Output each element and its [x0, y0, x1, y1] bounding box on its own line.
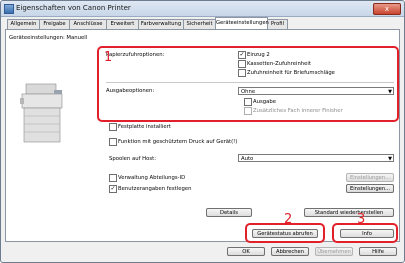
annotation-number-3: 3 [357, 212, 366, 227]
spool-label: Spoolen auf Host: [109, 156, 156, 162]
tab-sicherheit[interactable]: Sicherheit [183, 19, 216, 29]
user-settings-button[interactable]: Einstellungen... [346, 184, 394, 193]
settings-mode-label: Geräteeinstellungen: Manuell [9, 35, 88, 41]
tab-geraeteeinstellungen[interactable]: Geräteeinstellungen [215, 17, 269, 29]
annotation-number-2: 2 [284, 212, 293, 227]
dept-settings-button[interactable]: Einstellungen... [346, 173, 394, 182]
tab-freigabe[interactable]: Freigabe [39, 19, 70, 29]
tab-allgemein[interactable]: Allgemein [7, 19, 40, 29]
annotation-box-1 [97, 46, 399, 122]
checkbox-benutzerangaben[interactable]: ✓ [109, 185, 117, 193]
checkbox-geschuetzter-druck[interactable] [109, 138, 117, 146]
properties-window: Eigenschaften von Canon Printer x Allgem… [0, 0, 405, 263]
cancel-button[interactable]: Abbrechen [271, 247, 309, 256]
printer-image [20, 83, 63, 143]
tab-anschluesse[interactable]: Anschlüsse [69, 19, 107, 29]
close-button[interactable]: x [373, 3, 401, 15]
festplatte-label: Festplatte installiert [118, 124, 171, 130]
apply-button[interactable]: Übernehmen [315, 247, 353, 256]
printer-icon [4, 4, 14, 14]
restore-defaults-button[interactable]: Standard wiederherstellen [304, 208, 394, 217]
title-bar[interactable]: Eigenschaften von Canon Printer x [1, 1, 404, 17]
benutzerangaben-label: Benutzerangaben festlegen [118, 186, 192, 192]
geschuetzter-druck-label: Funktion mit geschütztem Druck auf Gerät… [118, 139, 238, 145]
details-button[interactable]: Details [206, 208, 252, 217]
tab-farbverwaltung[interactable]: Farbverwaltung [138, 19, 184, 29]
checkbox-festplatte[interactable] [109, 123, 117, 131]
abteilungs-id-label: Verwaltung Abteilungs-ID [118, 175, 186, 181]
window-title: Eigenschaften von Canon Printer [16, 4, 131, 12]
spool-select[interactable]: Auto ▼ [238, 154, 394, 162]
chevron-down-icon: ▼ [388, 156, 392, 162]
tab-profil[interactable]: Profil [267, 19, 288, 29]
ok-button[interactable]: OK [227, 247, 265, 256]
checkbox-abteilungs-id[interactable] [109, 174, 117, 182]
tab-erweitert[interactable]: Erweitert [106, 19, 139, 29]
spool-value: Auto [241, 156, 254, 162]
help-button[interactable]: Hilfe [359, 247, 397, 256]
annotation-number-1: 1 [104, 50, 113, 65]
